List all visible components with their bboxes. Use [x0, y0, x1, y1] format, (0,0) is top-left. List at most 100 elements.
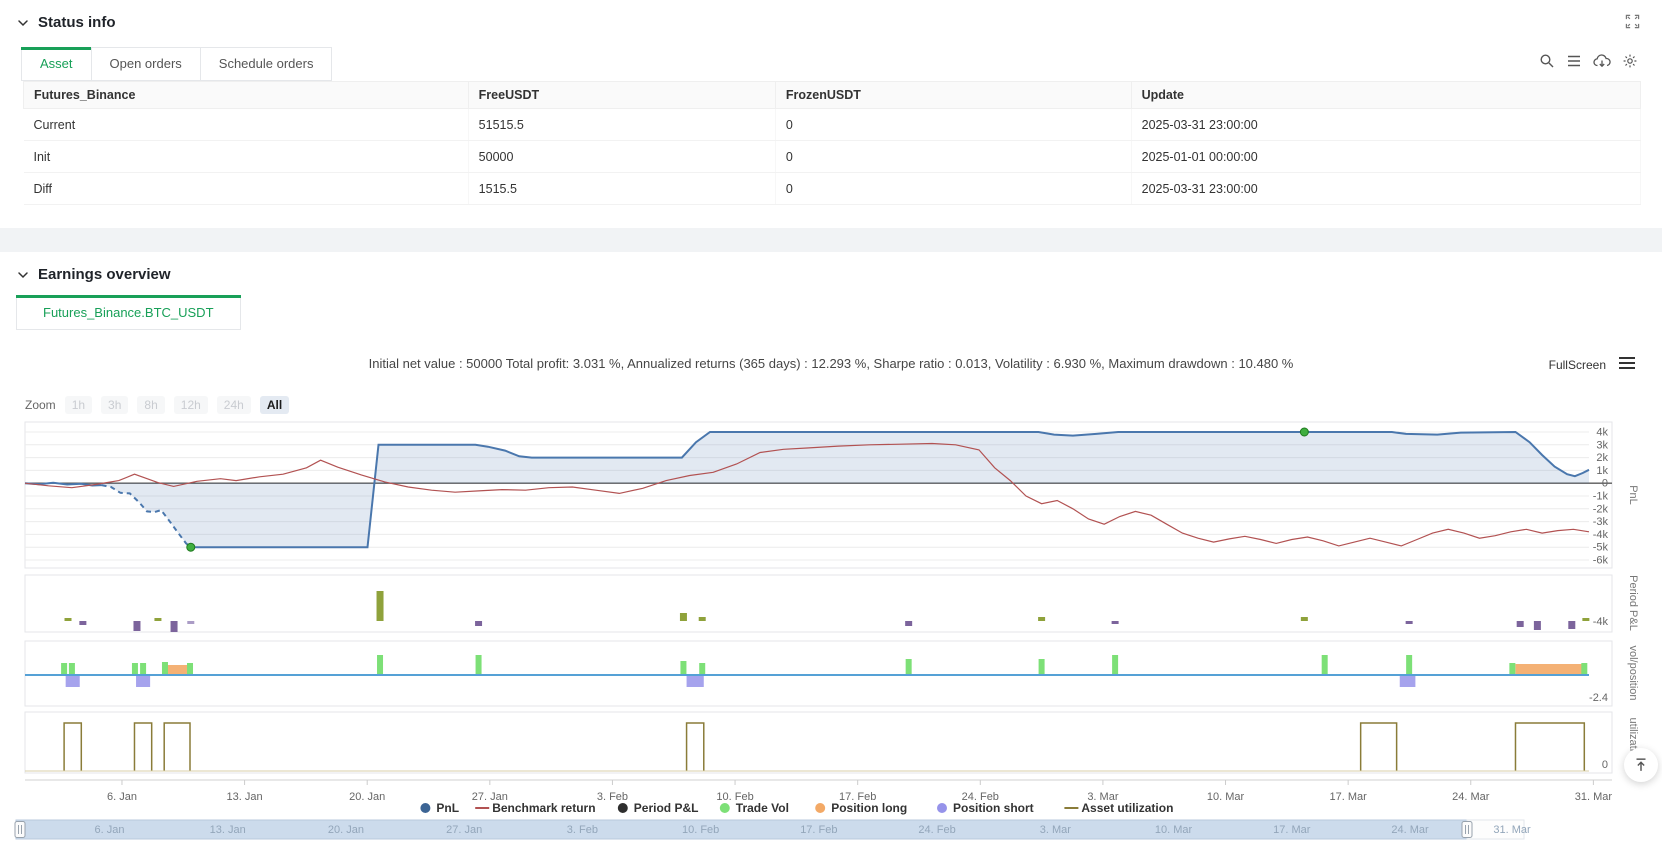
- svg-text:31. Mar: 31. Mar: [1575, 791, 1613, 803]
- svg-text:17. Mar: 17. Mar: [1329, 791, 1367, 803]
- search-icon[interactable]: [1539, 53, 1555, 69]
- zoom-3h-button: 3h: [101, 396, 129, 414]
- pnl-marker: [1299, 427, 1309, 437]
- svg-text:Position short: Position short: [953, 801, 1034, 815]
- svg-text:17. Feb: 17. Feb: [800, 824, 837, 836]
- svg-text:-3k: -3k: [1593, 516, 1609, 528]
- svg-text:24. Mar: 24. Mar: [1391, 824, 1429, 836]
- col-freeusdt: FreeUSDT: [467, 81, 776, 109]
- pnl-marker: [186, 542, 196, 552]
- trade-vol-bar: [187, 663, 194, 675]
- svg-text:10. Feb: 10. Feb: [682, 824, 719, 836]
- svg-text:Period P&L: Period P&L: [1627, 575, 1639, 631]
- navigator-right-handle[interactable]: [1461, 821, 1473, 838]
- position-long-bar: [1515, 664, 1583, 675]
- svg-text:-2k: -2k: [1593, 503, 1609, 515]
- legend-item[interactable]: Asset utilization: [1064, 801, 1173, 815]
- legend-item[interactable]: Period P&L: [617, 801, 699, 815]
- init-free: 50000: [468, 140, 776, 173]
- col-update: Update: [1130, 81, 1642, 109]
- table-row: Init 50000 0 2025-01-01 00:00:00: [23, 140, 1642, 173]
- fullscreen-button[interactable]: FullScreen: [1549, 358, 1606, 372]
- trade-vol-bar: [161, 662, 168, 675]
- expand-corners-icon[interactable]: [1625, 14, 1640, 32]
- svg-text:PnL: PnL: [1627, 485, 1639, 505]
- menu-icon[interactable]: [1566, 53, 1582, 69]
- collapse-chevron-icon[interactable]: [16, 268, 30, 282]
- svg-text:Trade Vol: Trade Vol: [736, 801, 789, 815]
- svg-text:24. Mar: 24. Mar: [1452, 791, 1490, 803]
- trade-vol-bar: [1112, 655, 1119, 675]
- svg-text:0: 0: [1602, 759, 1608, 771]
- svg-text:6. Jan: 6. Jan: [107, 791, 137, 803]
- svg-text:24. Feb: 24. Feb: [918, 824, 955, 836]
- navigator-left-handle[interactable]: [14, 821, 26, 838]
- trade-vol-bar: [68, 663, 75, 675]
- settings-gear-icon[interactable]: [1622, 53, 1638, 69]
- collapse-chevron-icon[interactable]: [16, 16, 30, 30]
- svg-text:3. Mar: 3. Mar: [1040, 824, 1072, 836]
- chart-legend: PnL Benchmark return Period P&L Trade Vol Po…: [420, 801, 1173, 815]
- status-info-section: Status info Asset Open orders Schedule o…: [0, 0, 1662, 205]
- zoom-all-button[interactable]: All: [259, 396, 290, 414]
- trade-vol-bar: [61, 663, 68, 675]
- diff-update: 2025-03-31 23:00:00: [1131, 172, 1642, 205]
- table-row: Current 51515.5 0 2025-03-31 23:00:00: [23, 108, 1642, 141]
- svg-text:Asset utilization: Asset utilization: [1081, 801, 1173, 815]
- trade-vol-bar: [1321, 655, 1328, 675]
- trade-vol-bar: [1038, 659, 1045, 675]
- trade-vol-bar: [680, 661, 687, 675]
- svg-text:6. Jan: 6. Jan: [95, 824, 125, 836]
- tab-schedule-orders[interactable]: Schedule orders: [199, 47, 333, 81]
- row-diff-label: Diff: [23, 172, 469, 205]
- position-short-bar: [686, 675, 704, 687]
- navigator[interactable]: 6. Jan 13. Jan 20. Jan 27. Jan 3. Feb 10. Feb…: [14, 819, 1531, 840]
- chart-menu-icon[interactable]: [1618, 356, 1636, 373]
- page: Status info Asset Open orders Schedule o…: [0, 0, 1662, 843]
- svg-text:3k: 3k: [1596, 439, 1608, 451]
- back-to-top-button[interactable]: [1624, 748, 1658, 782]
- svg-text:20. Jan: 20. Jan: [349, 791, 385, 803]
- svg-text:13. Jan: 13. Jan: [210, 824, 246, 836]
- asset-table: Futures_Binance FreeUSDT FrozenUSDT Upda…: [23, 81, 1642, 205]
- col-frozenusdt: FrozenUSDT: [774, 81, 1132, 109]
- svg-text:10. Mar: 10. Mar: [1207, 791, 1245, 803]
- svg-text:3. Feb: 3. Feb: [567, 824, 598, 836]
- row-current-link[interactable]: Current: [23, 108, 469, 141]
- svg-text:31. Mar: 31. Mar: [1493, 824, 1531, 836]
- x-axis-labels: 6. Jan 13. Jan 20. Jan 27. Jan 3. Feb 10. Feb…: [25, 779, 1613, 803]
- svg-text:-6k: -6k: [1593, 555, 1609, 567]
- trade-vol-bar: [699, 663, 706, 675]
- col-futures-binance: Futures_Binance: [23, 81, 469, 109]
- svg-text:-5k: -5k: [1593, 542, 1609, 554]
- legend-item[interactable]: Position long: [815, 801, 907, 815]
- legend-item[interactable]: PnL: [420, 801, 459, 815]
- legend-item[interactable]: Benchmark return: [475, 801, 596, 815]
- position-long-bar: [167, 665, 188, 675]
- section-divider: [0, 228, 1662, 252]
- tab-asset[interactable]: Asset: [21, 47, 92, 81]
- diff-free: 1515.5: [468, 172, 776, 205]
- svg-text:PnL: PnL: [436, 801, 459, 815]
- init-frozen: 0: [775, 140, 1132, 173]
- trade-vol-bar: [905, 659, 912, 675]
- legend-item[interactable]: Trade Vol: [719, 801, 789, 815]
- table-row: Diff 1515.5 0 2025-03-31 23:00:00: [23, 172, 1642, 205]
- svg-text:Position long: Position long: [831, 801, 907, 815]
- position-short-bar: [65, 675, 80, 687]
- cloud-download-icon[interactable]: [1593, 53, 1611, 69]
- trade-vol-bar: [475, 655, 482, 675]
- svg-text:Benchmark return: Benchmark return: [492, 801, 595, 815]
- zoom-12h-button: 12h: [173, 396, 208, 414]
- legend-item[interactable]: Position short: [937, 801, 1034, 815]
- trade-vol-bar: [131, 663, 138, 675]
- current-frozen: 0: [775, 108, 1132, 141]
- tab-open-orders[interactable]: Open orders: [90, 47, 201, 81]
- earnings-section-title: Earnings overview: [38, 266, 171, 283]
- svg-text:Period P&L: Period P&L: [634, 801, 699, 815]
- svg-text:-2.4: -2.4: [1589, 692, 1608, 704]
- tab-futures-binance-btc-usdt[interactable]: Futures_Binance.BTC_USDT: [16, 295, 241, 330]
- svg-text:4k: 4k: [1596, 427, 1608, 439]
- zoom-range-selector: Zoom 1h 3h 8h 12h 24h All: [25, 396, 1662, 414]
- earnings-stats: Initial net value : 50000 Total profit: …: [368, 356, 1294, 371]
